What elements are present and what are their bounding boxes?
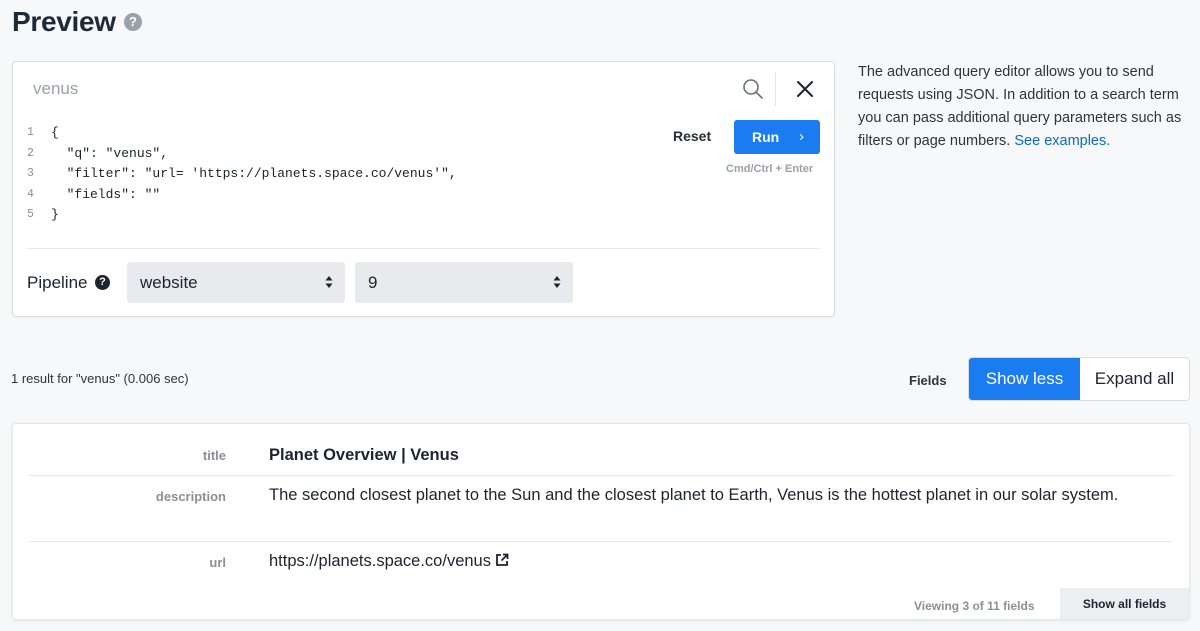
panel-divider	[27, 248, 820, 249]
external-link-icon[interactable]	[495, 553, 509, 567]
close-icon[interactable]	[793, 77, 817, 101]
search-divider	[775, 72, 776, 106]
code-line: 3 "filter": "url= 'https://planets.space…	[27, 164, 457, 185]
field-name: title	[202, 448, 226, 463]
line-number: 3	[27, 167, 34, 180]
pipeline-select[interactable]: website	[127, 262, 345, 303]
search-input[interactable]: venus	[33, 79, 78, 99]
help-icon[interactable]: ?	[124, 13, 142, 31]
code-text: "q": "venus",	[51, 145, 169, 161]
code-text: "fields": ""	[51, 186, 161, 202]
pipeline-select-value: website	[140, 273, 198, 292]
line-number: 2	[27, 146, 34, 160]
code-text: "filter": "url= 'https://planets.space.c…	[51, 166, 457, 181]
run-button-label: Run	[752, 129, 780, 145]
pipeline-label: Pipeline	[27, 273, 88, 292]
url-text[interactable]: https://planets.space.co/venus	[269, 552, 491, 570]
code-text: {	[51, 125, 59, 140]
see-examples-link[interactable]: See examples.	[1014, 133, 1110, 149]
code-line: 4 "fields": ""	[27, 185, 457, 206]
viewing-fields-count: Viewing 3 of 11 fields	[914, 599, 1035, 613]
code-line: 2 "q": "venus",	[27, 144, 457, 165]
count-select[interactable]: 9	[355, 262, 573, 303]
field-value: Planet Overview | Venus	[269, 446, 459, 464]
code-line: 5}	[27, 205, 457, 226]
field-row-title: title Planet Overview | Venus	[29, 436, 1172, 476]
fields-label: Fields	[909, 373, 947, 388]
run-shortcut-hint: Cmd/Ctrl + Enter	[726, 163, 814, 175]
reset-button[interactable]: Reset	[673, 128, 711, 144]
result-card: title Planet Overview | Venus descriptio…	[12, 423, 1190, 620]
query-editor-description: The advanced query editor allows you to …	[858, 61, 1193, 153]
fields-toggle-group: Show less Expand all	[968, 357, 1190, 401]
line-number: 5	[27, 208, 34, 221]
pipeline-help-icon[interactable]: ?	[95, 275, 110, 290]
search-icon[interactable]	[741, 77, 765, 101]
field-value: The second closest planet to the Sun and…	[269, 486, 1119, 504]
show-less-button[interactable]: Show less	[969, 358, 1080, 400]
results-summary: 1 result for "venus" (0.006 sec)	[11, 371, 189, 386]
code-text: }	[51, 207, 59, 222]
json-code-editor[interactable]: 1{ 2 "q": "venus", 3 "filter": "url= 'ht…	[27, 123, 457, 226]
field-name: url	[209, 555, 226, 570]
line-number: 1	[27, 126, 34, 139]
select-arrows-icon	[553, 276, 561, 288]
expand-all-button[interactable]: Expand all	[1080, 358, 1189, 400]
line-number: 4	[27, 187, 34, 201]
code-line: 1{	[27, 123, 457, 144]
run-button[interactable]: Run ›	[734, 120, 820, 154]
page-title: Preview	[12, 6, 116, 37]
chevron-right-icon: ›	[799, 128, 804, 145]
card-footer: Viewing 3 of 11 fields Show all fields	[13, 588, 1189, 619]
field-value-url: https://planets.space.co/venus	[269, 548, 1159, 574]
count-select-value: 9	[368, 273, 378, 292]
field-row-url: url https://planets.space.co/venus	[29, 542, 1172, 582]
select-arrows-icon	[325, 276, 333, 288]
show-all-fields-button[interactable]: Show all fields	[1060, 588, 1189, 619]
field-name: description	[155, 489, 226, 504]
field-row-description: description The second closest planet to…	[29, 476, 1172, 542]
query-editor-panel: venus 1{ 2 "q": "venus", 3 "filter": "ur…	[12, 61, 835, 317]
